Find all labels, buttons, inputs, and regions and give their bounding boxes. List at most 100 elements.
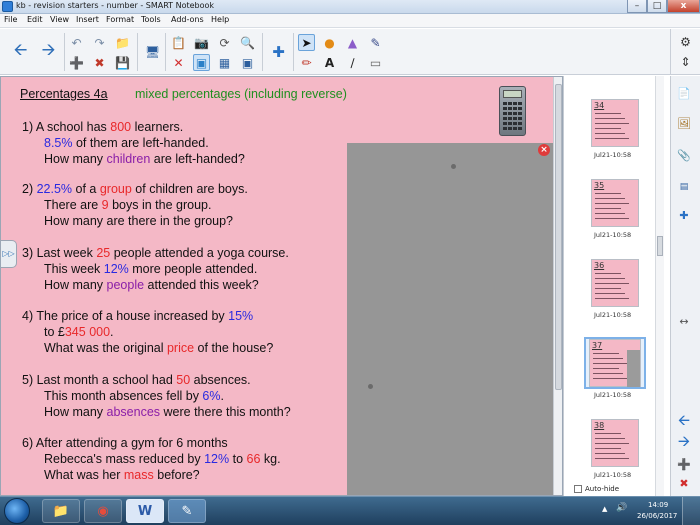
- question-text-segment: mass: [123, 468, 154, 482]
- add-page-icon[interactable]: ➕: [675, 455, 693, 473]
- shade-handle-left[interactable]: [368, 384, 373, 389]
- delete-icon[interactable]: ✕: [170, 54, 187, 71]
- sorter-scrollbar-thumb[interactable]: [657, 236, 663, 256]
- question-text-segment: What was the original: [44, 341, 167, 355]
- page-thumbnail[interactable]: 34: [591, 99, 639, 147]
- page-subheading: mixed percentages (including reverse): [135, 87, 347, 101]
- question-5-line-1: 5) Last month a school had 50 absences.: [22, 373, 251, 387]
- zoom-icon[interactable]: 🔍: [239, 34, 256, 51]
- move-sidebar-icon[interactable]: ↔: [675, 312, 693, 330]
- question-text-segment: 25: [96, 246, 111, 260]
- shade-handle-top[interactable]: [451, 164, 456, 169]
- main-toolbar: 🡨 🡪 ↶ ↷ 📁 ➕ ✖ 💾 🖥 📋 📷 ⟳ 🔍 ✕ ▣ ▦ ▣ ✚ ➤ ● …: [0, 29, 670, 75]
- thumbnail-text-line: [595, 203, 629, 204]
- question-5-line-3: How many absences were there this month?: [44, 405, 291, 419]
- addons-tab-icon[interactable]: ✚: [675, 206, 693, 224]
- tray-expand-icon[interactable]: ▲: [602, 505, 607, 513]
- thumbnail-text-line: [593, 368, 619, 369]
- expand-tray-icon[interactable]: ▷▷: [1, 240, 17, 268]
- menu-view[interactable]: View: [50, 15, 69, 24]
- page-thumbnail[interactable]: 35: [591, 179, 639, 227]
- forward-arrow-icon[interactable]: 🡪: [40, 40, 57, 60]
- autohide-checkbox[interactable]: [574, 485, 582, 493]
- chrome-icon[interactable]: ◉: [84, 499, 122, 523]
- question-text-segment: absences.: [190, 373, 251, 387]
- sorter-scrollbar[interactable]: [655, 76, 664, 496]
- menu-file[interactable]: File: [4, 15, 17, 24]
- select-pointer-icon[interactable]: ➤: [298, 34, 315, 51]
- start-button-icon[interactable]: [4, 498, 30, 524]
- page-thumbnail[interactable]: 36: [591, 259, 639, 307]
- close-shade-icon[interactable]: ×: [538, 144, 550, 156]
- gallery-tab-icon[interactable]: 🖼: [675, 114, 693, 132]
- table-icon[interactable]: ▦: [216, 54, 233, 71]
- clock-date[interactable]: 26/06/2017: [637, 512, 677, 520]
- calculator-key: [508, 127, 512, 130]
- display-icon[interactable]: 🖥: [144, 43, 161, 60]
- question-4-line-1: 4) The price of a house increased by 15%: [22, 309, 253, 323]
- calculator-key: [508, 117, 512, 120]
- file-explorer-icon[interactable]: 📁: [42, 499, 80, 523]
- question-text-segment: 66: [246, 452, 261, 466]
- paste-icon[interactable]: 📋: [170, 34, 187, 51]
- menu-edit[interactable]: Edit: [27, 15, 43, 24]
- add-ons-puzzle-icon[interactable]: ✚: [270, 43, 287, 61]
- question-text-segment: 50: [176, 373, 191, 387]
- question-text-segment: This week: [44, 262, 104, 276]
- smart-notebook-task-icon[interactable]: ✎: [168, 499, 206, 523]
- menu-format[interactable]: Format: [106, 15, 134, 24]
- properties-tab-icon[interactable]: ▤: [675, 178, 693, 196]
- close-window-button[interactable]: x: [667, 0, 700, 13]
- text-icon[interactable]: A: [321, 54, 338, 71]
- minimize-button[interactable]: –: [627, 0, 647, 13]
- new-page-icon[interactable]: ➕: [68, 54, 85, 71]
- menu-insert[interactable]: Insert: [76, 15, 99, 24]
- sidebar-forward-arrow-icon[interactable]: 🡪: [675, 432, 693, 452]
- shapes-icon[interactable]: ●: [321, 34, 338, 51]
- calculator-key: [518, 117, 522, 120]
- question-6-line-2: Rebecca's mass reduced by 12% to 66 kg.: [44, 452, 281, 466]
- question-text-segment: are left-handed?: [150, 152, 245, 166]
- question-4-line-2: to £345 000.: [44, 325, 114, 339]
- calculator-key: [503, 102, 507, 105]
- fullscreen-icon[interactable]: ▣: [239, 54, 256, 71]
- clock-time[interactable]: 14:09: [648, 501, 668, 509]
- eraser-icon[interactable]: ▲: [344, 34, 361, 51]
- show-desktop-button[interactable]: [682, 497, 700, 525]
- line-icon[interactable]: ∕: [344, 54, 361, 71]
- sidebar-back-arrow-icon[interactable]: 🡨: [675, 411, 693, 431]
- save-icon[interactable]: 💾: [114, 54, 131, 71]
- screen-shade[interactable]: [347, 143, 553, 496]
- pens-icon[interactable]: ✏: [298, 54, 315, 71]
- volume-icon[interactable]: 🔊: [616, 503, 627, 513]
- menu-help[interactable]: Help: [211, 15, 229, 24]
- fill-eraser-icon[interactable]: ▭: [367, 54, 384, 71]
- menu-tools[interactable]: Tools: [141, 15, 161, 24]
- screen-shade-icon[interactable]: ▣: [193, 54, 210, 71]
- maximize-button[interactable]: □: [647, 0, 667, 13]
- calculator-key: [508, 107, 512, 110]
- back-arrow-icon[interactable]: 🡨: [12, 40, 29, 60]
- question-text-segment: of children are boys.: [131, 182, 248, 196]
- redo-icon[interactable]: ↷: [91, 34, 108, 51]
- attachments-tab-icon[interactable]: 📎: [675, 146, 693, 164]
- toolbar-position-icon[interactable]: ⇕: [677, 53, 694, 70]
- gear-icon[interactable]: ⚙: [677, 33, 694, 50]
- magic-pen-icon[interactable]: ✎: [367, 34, 384, 51]
- delete-page-icon[interactable]: ✖: [91, 54, 108, 71]
- word-icon[interactable]: W: [126, 499, 164, 523]
- thumbnail-text-line: [595, 138, 629, 139]
- calculator-key: [518, 122, 522, 125]
- undo-icon[interactable]: ↶: [68, 34, 85, 51]
- capture-icon[interactable]: 📷: [193, 34, 210, 51]
- rotate-icon[interactable]: ⟳: [216, 34, 233, 51]
- page-sorter-tab-icon[interactable]: 📄: [675, 84, 693, 102]
- page-thumbnail[interactable]: 37: [589, 339, 641, 387]
- menu-addons[interactable]: Add-ons: [171, 15, 204, 24]
- page-scrollbar-thumb[interactable]: [555, 84, 562, 390]
- question-2-line-2: There are 9 boys in the group.: [44, 198, 211, 212]
- delete-page-sidebar-icon[interactable]: ✖: [675, 474, 693, 492]
- open-folder-icon[interactable]: 📁: [114, 34, 131, 51]
- page-thumbnail[interactable]: 38: [591, 419, 639, 467]
- question-text-segment: 12%: [204, 452, 230, 466]
